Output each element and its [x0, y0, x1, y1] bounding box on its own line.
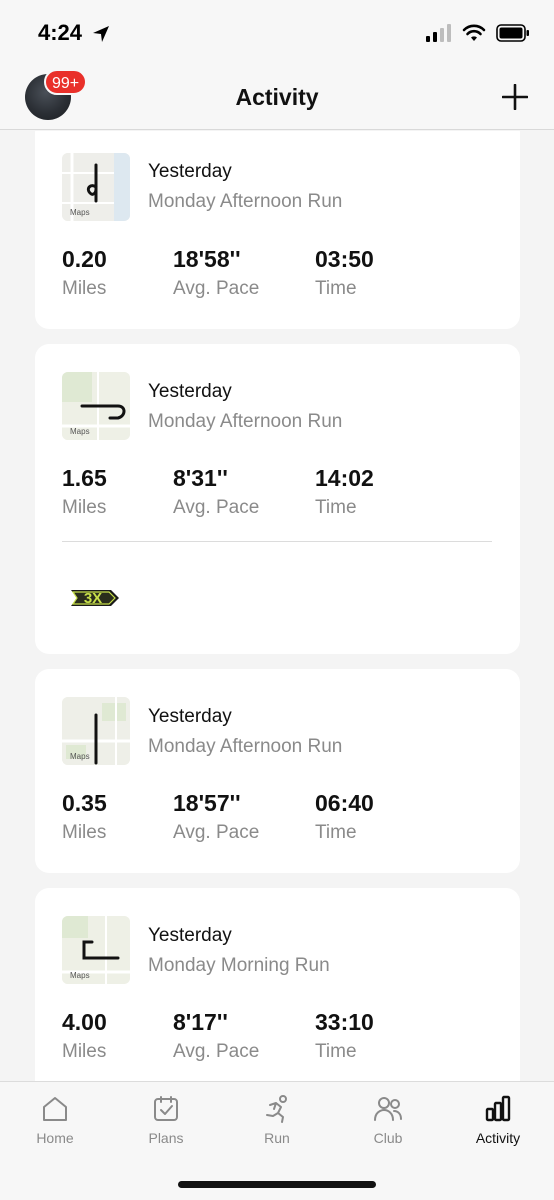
distance-value: 1.65 — [62, 465, 107, 491]
home-indicator[interactable] — [178, 1181, 376, 1188]
route-map-thumbnail: Maps — [62, 697, 130, 765]
activity-date: Yesterday — [148, 706, 232, 727]
activity-name: Monday Afternoon Run — [148, 736, 343, 757]
tab-label: Home — [36, 1130, 74, 1146]
tab-label: Plans — [148, 1130, 184, 1146]
distance-label: Miles — [62, 278, 107, 299]
route-map-thumbnail: Maps — [62, 372, 130, 440]
pace-label: Avg. Pace — [173, 1041, 260, 1062]
activity-name: Monday Afternoon Run — [148, 191, 343, 212]
app-header: 99+ Activity — [0, 66, 554, 130]
tab-run[interactable]: Run — [232, 1094, 322, 1146]
activity-card[interactable]: Maps Yesterday Monday Afternoon Run 0.35… — [35, 669, 520, 873]
run-icon — [266, 1095, 287, 1123]
map-attribution: Maps — [70, 208, 90, 217]
club-icon — [374, 1097, 402, 1121]
add-icon[interactable] — [502, 84, 528, 110]
signal-icon — [426, 24, 451, 42]
plans-icon — [154, 1096, 178, 1121]
tab-plans[interactable]: Plans — [121, 1094, 211, 1146]
duration-value: 14:02 — [315, 465, 374, 491]
location-arrow-icon — [93, 26, 109, 42]
duration-label: Time — [315, 497, 357, 518]
activity-name: Monday Afternoon Run — [148, 411, 343, 432]
pace-value: 8'31'' — [173, 465, 228, 491]
pace-label: Avg. Pace — [173, 822, 260, 843]
pace-value: 18'58'' — [173, 246, 241, 272]
distance-value: 0.35 — [62, 790, 107, 816]
activity-card[interactable]: Maps Yesterday Monday Afternoon Run 0.20… — [35, 131, 520, 329]
battery-icon — [496, 24, 529, 42]
duration-label: Time — [315, 822, 357, 843]
distance-label: Miles — [62, 497, 107, 518]
distance-value: 0.20 — [62, 246, 107, 272]
activity-date: Yesterday — [148, 925, 232, 946]
activity-date: Yesterday — [148, 161, 232, 182]
map-attribution: Maps — [70, 971, 90, 980]
map-attribution: Maps — [70, 752, 90, 761]
route-map-thumbnail: Maps — [62, 153, 130, 221]
home-icon — [43, 1097, 67, 1121]
status-bar: 4:24 — [0, 0, 554, 66]
pace-value: 8'17'' — [173, 1009, 228, 1035]
tab-activity[interactable]: Activity — [453, 1094, 543, 1146]
pace-value: 18'57'' — [173, 790, 241, 816]
status-indicators — [426, 24, 530, 42]
duration-value: 06:40 — [315, 790, 374, 816]
pace-label: Avg. Pace — [173, 278, 260, 299]
duration-value: 03:50 — [315, 246, 374, 272]
activity-date: Yesterday — [148, 381, 232, 402]
map-attribution: Maps — [70, 427, 90, 436]
duration-label: Time — [315, 1041, 357, 1062]
wifi-icon — [462, 24, 486, 41]
achievement-badge-icon[interactable]: 3X — [65, 580, 121, 616]
distance-label: Miles — [62, 822, 107, 843]
tab-home[interactable]: Home — [10, 1094, 100, 1146]
activity-name: Monday Morning Run — [148, 955, 330, 976]
activity-card[interactable]: Maps Yesterday Monday Afternoon Run 1.65… — [35, 344, 520, 654]
tab-label: Activity — [475, 1130, 521, 1146]
status-time: 4:24 — [38, 20, 83, 45]
distance-value: 4.00 — [62, 1009, 107, 1035]
activity-card[interactable]: Maps Yesterday Monday Morning Run 4.00 M… — [35, 888, 520, 1081]
card-divider — [62, 541, 492, 542]
duration-label: Time — [315, 278, 357, 299]
route-map-thumbnail: Maps — [62, 916, 130, 984]
tab-label: Club — [373, 1130, 403, 1146]
distance-label: Miles — [62, 1041, 107, 1062]
pace-label: Avg. Pace — [173, 497, 260, 518]
duration-value: 33:10 — [315, 1009, 374, 1035]
tab-club[interactable]: Club — [343, 1094, 433, 1146]
achievement-badge-text: 3X — [84, 590, 102, 607]
activity-feed[interactable]: Maps Yesterday Monday Afternoon Run 0.20… — [0, 131, 554, 1081]
activity-icon — [485, 1095, 511, 1122]
tab-label: Run — [264, 1130, 290, 1146]
page-title: Activity — [235, 84, 319, 110]
